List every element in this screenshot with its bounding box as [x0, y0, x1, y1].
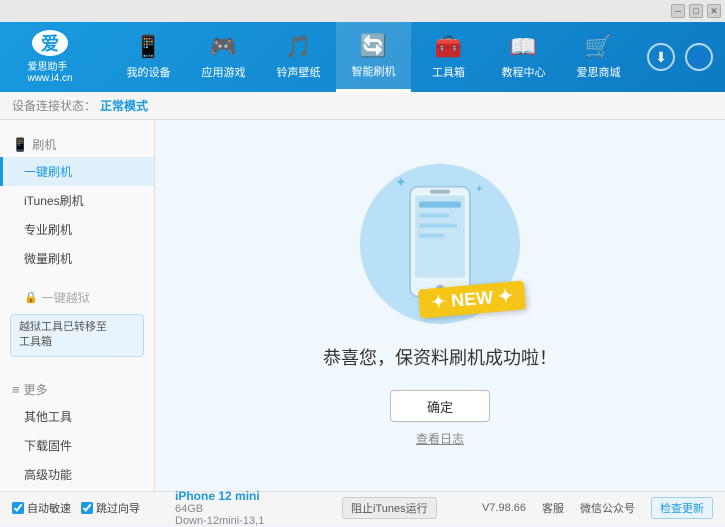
success-text: 恭喜您，保资料刷机成功啦！	[323, 344, 557, 370]
nav-item-smart-flash[interactable]: 🔄 智能刷机	[336, 22, 411, 92]
auto-connect-label: 自动敏速	[27, 500, 71, 516]
flash-section-icon: 📱	[12, 137, 28, 153]
sparkle-right: ✦	[497, 285, 514, 306]
phone-container: ✦ NEW ✦ ✦ ✦	[375, 164, 505, 324]
sidebar: 📱 刷机 一键刷机 iTunes刷机 专业刷机 微量刷机 🔒 一键越狱 越狱工具…	[0, 120, 155, 491]
sparkle-right2: ✦	[475, 184, 483, 195]
sidebar-section-flash: 📱 刷机	[0, 132, 154, 157]
sidebar-item-micro-flash[interactable]: 微量刷机	[0, 244, 154, 273]
bottom-bar: 自动敏速 跳过向导 iPhone 12 mini 64GB Down-12min…	[0, 491, 725, 523]
sidebar-section-jailbreak: 🔒 一键越狱	[0, 285, 154, 310]
apps-games-icon: 🎮	[210, 34, 237, 60]
hero-illustration: ✦ NEW ✦ ✦ ✦	[375, 164, 505, 324]
bottom-left: 自动敏速 跳过向导	[12, 500, 167, 516]
more-section-label: 更多	[24, 381, 48, 398]
my-device-label: 我的设备	[127, 64, 171, 80]
sparkle-top: ✦	[395, 174, 407, 191]
sidebar-item-download-firmware[interactable]: 下载固件	[0, 431, 154, 460]
main-area: 📱 刷机 一键刷机 iTunes刷机 专业刷机 微量刷机 🔒 一键越狱 越狱工具…	[0, 120, 725, 491]
logo-text: 爱思助手 www.i4.cn	[27, 58, 72, 84]
tutorial-label: 教程中心	[502, 64, 546, 80]
itunes-button[interactable]: 阻止iTunes运行	[342, 497, 437, 519]
customer-service-link[interactable]: 客服	[542, 500, 564, 516]
close-btn[interactable]: ✕	[707, 4, 721, 18]
nav-right: ⬇ 👤	[647, 43, 725, 71]
title-bar: ─ □ ✕	[0, 0, 725, 22]
jailbreak-label: 一键越狱	[42, 289, 90, 306]
version-text: V7.98.66	[482, 502, 526, 514]
toolbox-label: 工具箱	[432, 64, 465, 80]
skip-wizard-checkbox[interactable]: 跳过向导	[81, 500, 140, 516]
sidebar-item-advanced[interactable]: 高级功能	[0, 460, 154, 489]
sparkle-left: ✦	[430, 291, 447, 312]
tutorial-icon: 📖	[510, 34, 537, 60]
apps-games-label: 应用游戏	[202, 64, 246, 80]
nav-item-ringtone[interactable]: 🎵 铃声壁纸	[261, 22, 336, 92]
status-label: 设备连接状态：	[12, 97, 96, 114]
bottom-right: V7.98.66 客服 微信公众号 检查更新	[482, 497, 713, 519]
smart-flash-icon: 🔄	[360, 33, 387, 59]
think-store-icon: 🛒	[585, 34, 612, 60]
skip-wizard-label: 跳过向导	[96, 500, 140, 516]
confirm-button[interactable]: 确定	[390, 390, 490, 422]
maximize-btn[interactable]: □	[689, 4, 703, 18]
status-value: 正常模式	[100, 97, 148, 114]
smart-flash-label: 智能刷机	[352, 63, 396, 79]
device-info: iPhone 12 mini 64GB Down-12mini-13,1	[167, 489, 322, 527]
lock-icon: 🔒	[24, 291, 38, 304]
sidebar-item-one-click-flash[interactable]: 一键刷机	[0, 157, 154, 186]
nav-item-apps-games[interactable]: 🎮 应用游戏	[186, 22, 261, 92]
think-store-label: 爱思商城	[577, 64, 621, 80]
wechat-link[interactable]: 微信公众号	[580, 500, 635, 516]
more-section-icon: ≡	[12, 382, 20, 397]
status-bar: 设备连接状态： 正常模式	[0, 92, 725, 120]
device-model: Down-12mini-13,1	[175, 515, 314, 527]
sidebar-item-pro-flash[interactable]: 专业刷机	[0, 215, 154, 244]
sidebar-section-more: ≡ 更多	[0, 377, 154, 402]
download-btn[interactable]: ⬇	[647, 43, 675, 71]
toolbox-icon: 🧰	[435, 34, 462, 60]
nav-item-tutorial[interactable]: 📖 教程中心	[486, 22, 561, 92]
flash-section-label: 刷机	[32, 136, 56, 153]
content-area: ✦ NEW ✦ ✦ ✦ 恭喜您，保资料刷机成功啦！ 确定 查看日志	[155, 120, 725, 491]
logo-area: 爱 爱思助手 www.i4.cn	[0, 22, 100, 92]
sidebar-item-itunes-flash[interactable]: iTunes刷机	[0, 186, 154, 215]
guide-link[interactable]: 查看日志	[416, 430, 464, 447]
logo-icon: 爱	[32, 30, 68, 56]
nav-item-think-store[interactable]: 🛒 爱思商城	[561, 22, 636, 92]
skip-wizard-input[interactable]	[81, 502, 93, 514]
auto-connect-checkbox[interactable]: 自动敏速	[12, 500, 71, 516]
ringtone-label: 铃声壁纸	[277, 64, 321, 80]
auto-connect-input[interactable]	[12, 502, 24, 514]
nav-items: 📱 我的设备 🎮 应用游戏 🎵 铃声壁纸 🔄 智能刷机 🧰 工具箱 📖 教程中心…	[100, 22, 647, 92]
nav-item-my-device[interactable]: 📱 我的设备	[111, 22, 186, 92]
my-device-icon: 📱	[135, 34, 162, 60]
sidebar-item-other-tools[interactable]: 其他工具	[0, 402, 154, 431]
check-update-btn[interactable]: 检查更新	[651, 497, 713, 519]
jailbreak-note: 越狱工具已转移至工具箱	[10, 314, 144, 357]
ringtone-icon: 🎵	[285, 34, 312, 60]
user-btn[interactable]: 👤	[685, 43, 713, 71]
minimize-btn[interactable]: ─	[671, 4, 685, 18]
bottom-mid: 阻止iTunes运行	[322, 497, 482, 519]
top-nav: 爱 爱思助手 www.i4.cn 📱 我的设备 🎮 应用游戏 🎵 铃声壁纸 🔄 …	[0, 22, 725, 92]
nav-item-toolbox[interactable]: 🧰 工具箱	[411, 22, 486, 92]
device-storage: 64GB	[175, 503, 314, 515]
phone-svg	[405, 182, 475, 302]
